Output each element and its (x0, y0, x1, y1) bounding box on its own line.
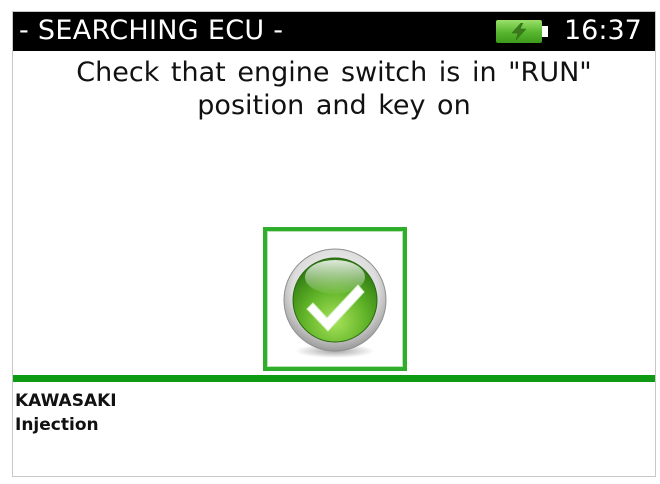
device-screen: - SEARCHING ECU - 16:37 Check that engin… (12, 11, 656, 477)
confirm-button[interactable] (263, 227, 407, 371)
instruction-message: Check that engine switch is in "RUN" pos… (76, 57, 592, 121)
divider (13, 375, 655, 382)
screen-title: - SEARCHING ECU - (19, 15, 284, 46)
title-bar: - SEARCHING ECU - 16:37 (13, 12, 655, 51)
checkmark-icon (283, 248, 387, 358)
vehicle-info: KAWASAKI Injection (15, 389, 117, 437)
battery-charging-icon (496, 20, 550, 43)
brand-label: KAWASAKI (15, 391, 117, 411)
system-label: Injection (15, 415, 99, 435)
clock-time: 16:37 (564, 15, 642, 46)
